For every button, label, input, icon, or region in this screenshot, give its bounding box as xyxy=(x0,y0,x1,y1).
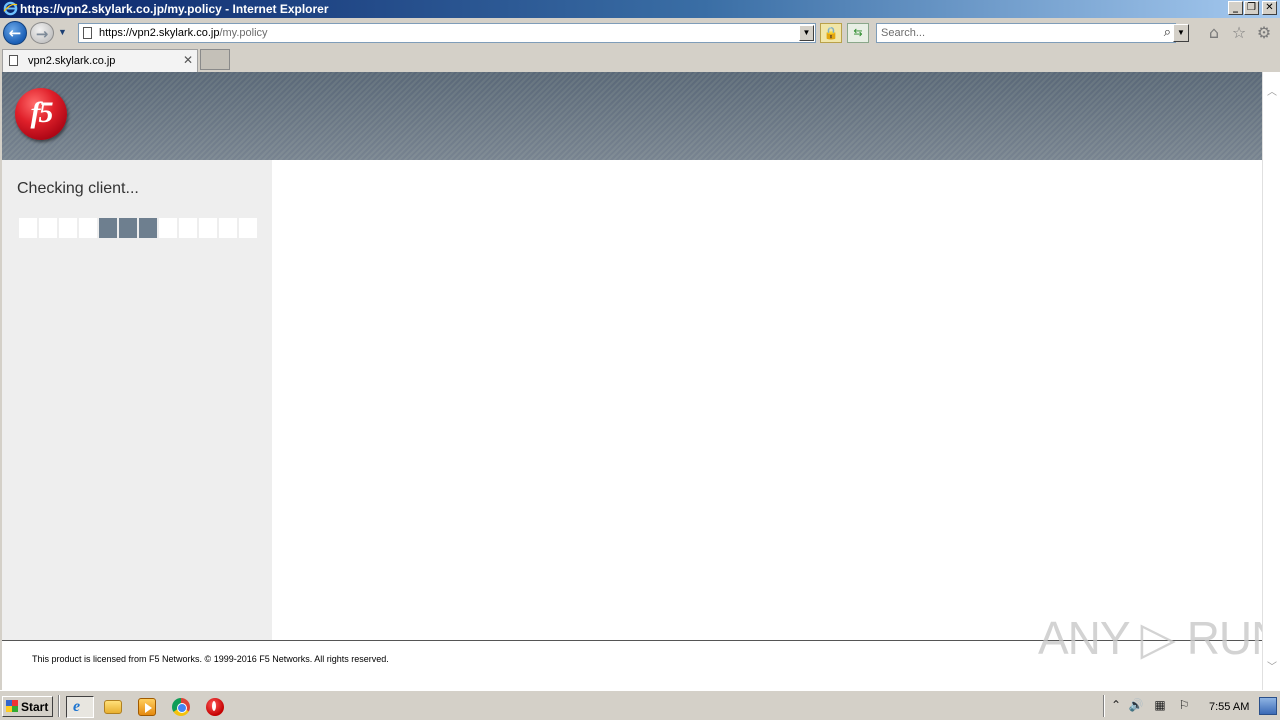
minimize-button[interactable]: _ xyxy=(1228,1,1243,15)
tab-label: vpn2.skylark.co.jp xyxy=(28,55,116,67)
address-dropdown-icon[interactable]: ▼ xyxy=(799,25,814,41)
progress-segment xyxy=(119,218,137,238)
network-icon[interactable]: ▦ xyxy=(1152,697,1168,713)
back-button[interactable]: ← xyxy=(3,21,27,45)
restore-button[interactable]: ❐ xyxy=(1244,1,1259,15)
progress-segment xyxy=(19,218,37,238)
progress-segment xyxy=(199,218,217,238)
internet-explorer-taskbar-icon[interactable]: e xyxy=(66,696,94,718)
history-dropdown-icon[interactable]: ▼ xyxy=(58,27,70,37)
internet-explorer-icon xyxy=(3,1,18,16)
f5-logo: f5 xyxy=(15,88,67,140)
page-icon xyxy=(83,27,92,39)
favorites-star-icon[interactable]: ☆ xyxy=(1230,24,1248,42)
footer-copyright: This product is licensed from F5 Network… xyxy=(32,654,389,664)
page-viewport: f5 Checking client... This product is li… xyxy=(2,72,1262,690)
forward-arrow-icon: → xyxy=(35,25,49,43)
tray-expand-icon[interactable]: ⌃ xyxy=(1108,697,1124,713)
volume-icon[interactable]: 🔊 xyxy=(1128,697,1144,713)
navigation-bar: ← → ▼ https://vpn2.skylark.co.jp/my.poli… xyxy=(0,18,1280,48)
settings-gear-icon[interactable]: ⚙ xyxy=(1255,24,1273,42)
progress-segment xyxy=(219,218,237,238)
scroll-down-icon[interactable]: ﹀ xyxy=(1265,663,1279,673)
back-arrow-icon: ← xyxy=(8,24,22,42)
progress-segment xyxy=(79,218,97,238)
chrome-icon[interactable] xyxy=(172,698,190,716)
new-tab-button[interactable] xyxy=(200,49,230,70)
anyrun-watermark: ANY ▷ RUN xyxy=(1038,612,1262,664)
f5-header-banner xyxy=(2,72,1262,160)
action-center-flag-icon[interactable]: ⚐ xyxy=(1176,697,1192,713)
media-player-icon[interactable] xyxy=(138,698,156,716)
progress-segment xyxy=(239,218,257,238)
refresh-button[interactable]: ⇆ xyxy=(847,23,869,43)
clock[interactable]: 7:55 AM xyxy=(1209,700,1249,714)
window-titlebar: https://vpn2.skylark.co.jp/my.policy - I… xyxy=(0,0,1280,18)
status-text: Checking client... xyxy=(17,180,139,197)
logo-text: f5 xyxy=(30,96,54,129)
search-placeholder: Search... xyxy=(881,27,926,39)
tab-row: vpn2.skylark.co.jp ✕ xyxy=(0,48,1280,72)
window-title: https://vpn2.skylark.co.jp/my.policy - I… xyxy=(20,2,329,16)
folder-icon[interactable] xyxy=(104,700,122,714)
start-button[interactable]: Start xyxy=(2,696,53,717)
taskbar-separator xyxy=(58,695,60,717)
windows-logo-icon xyxy=(6,700,18,712)
progress-segment xyxy=(159,218,177,238)
progress-segment xyxy=(99,218,117,238)
forward-button[interactable]: → xyxy=(30,22,54,44)
start-label: Start xyxy=(21,700,49,714)
tab-vpn2[interactable]: vpn2.skylark.co.jp ✕ xyxy=(2,49,198,72)
progress-segment xyxy=(179,218,197,238)
search-icon[interactable]: ⌕ xyxy=(1164,25,1171,41)
progress-segment xyxy=(39,218,57,238)
search-input[interactable]: Search... ⌕ xyxy=(876,23,1176,43)
progress-segment xyxy=(59,218,77,238)
vertical-scrollbar[interactable]: ︿ ﹀ xyxy=(1262,72,1280,690)
progress-indicator xyxy=(19,218,259,238)
tab-page-icon xyxy=(9,55,18,66)
show-desktop-button[interactable] xyxy=(1259,697,1277,715)
taskbar: Start e ⌃ 🔊 ▦ ⚐ 7:55 AM xyxy=(0,690,1280,720)
main-content-area xyxy=(272,160,1262,640)
progress-segment xyxy=(139,218,157,238)
scroll-up-icon[interactable]: ︿ xyxy=(1265,88,1279,98)
address-bar[interactable]: https://vpn2.skylark.co.jp/my.policy ▼ xyxy=(78,23,816,43)
lock-icon[interactable]: 🔒 xyxy=(820,23,842,43)
status-sidebar: Checking client... xyxy=(2,160,272,640)
home-icon[interactable]: ⌂ xyxy=(1205,24,1223,42)
close-window-button[interactable]: ✕ xyxy=(1262,1,1277,15)
opera-icon[interactable] xyxy=(206,698,224,716)
close-tab-icon[interactable]: ✕ xyxy=(183,53,193,67)
address-url[interactable]: https://vpn2.skylark.co.jp/my.policy xyxy=(99,26,268,40)
search-dropdown-icon[interactable]: ▼ xyxy=(1173,24,1189,42)
